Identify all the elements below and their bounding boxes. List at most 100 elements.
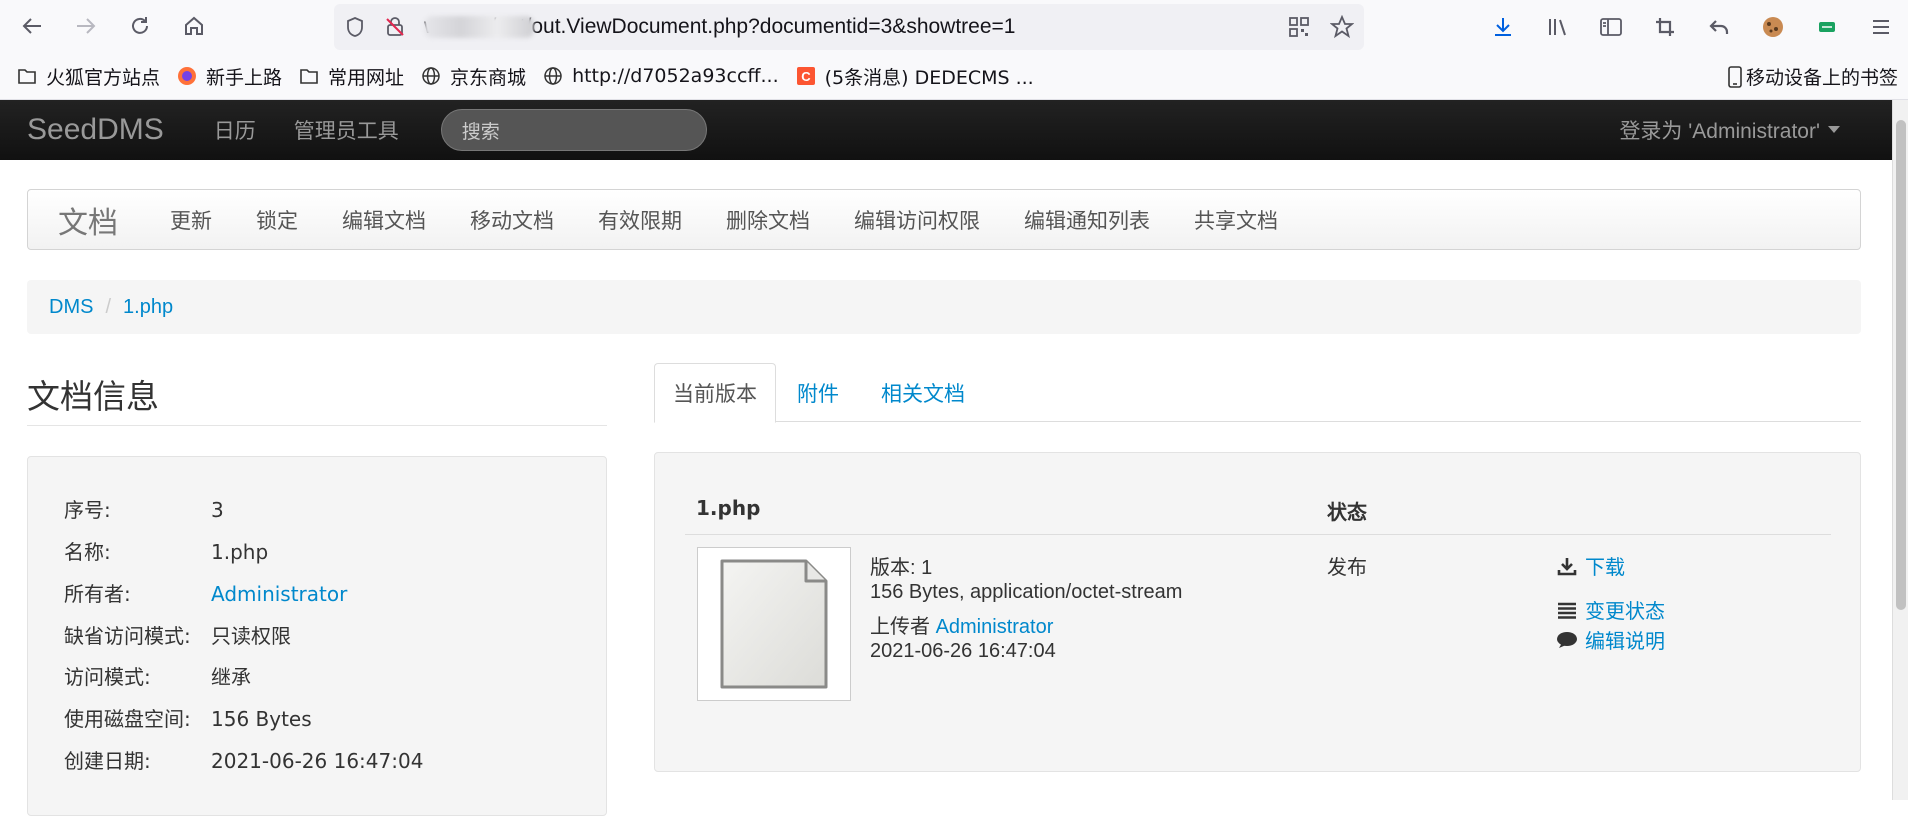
subnav-move-document[interactable]: 移动文档 <box>470 205 554 235</box>
bookmark-star-icon[interactable] <box>1330 4 1354 50</box>
info-row-access-mode: 访问模式: 继承 <box>64 661 251 690</box>
bookmark-item[interactable]: 火狐官方站点 <box>16 63 160 90</box>
menu-hamburger-icon[interactable] <box>1854 0 1908 53</box>
cookie-extension-icon[interactable] <box>1746 0 1800 53</box>
download-action[interactable]: 下载 <box>1555 551 1625 580</box>
library-icon[interactable] <box>1530 0 1584 53</box>
svg-text:C: C <box>801 69 811 84</box>
scrollbar-thumb[interactable] <box>1896 120 1906 610</box>
bookmark-item[interactable]: 常用网址 <box>298 63 404 90</box>
tab-related-documents[interactable]: 相关文档 <box>881 363 965 422</box>
info-value: 156 Bytes <box>211 707 312 731</box>
back-arrow-icon <box>22 18 41 34</box>
bookmark-item[interactable]: 京东商城 <box>420 63 526 90</box>
download-icon <box>1555 556 1579 576</box>
owner-link[interactable]: Administrator <box>211 582 347 606</box>
url-bar[interactable]: w .com/out/out.ViewDocument.php?document… <box>334 4 1364 50</box>
mobile-device-icon <box>1728 65 1742 88</box>
shield-icon[interactable] <box>344 4 366 50</box>
info-key: 使用磁盘空间: <box>64 707 191 731</box>
search-input[interactable]: 搜索 <box>440 109 707 151</box>
info-row-disk-usage: 使用磁盘空间: 156 Bytes <box>64 703 312 732</box>
subnav-lock[interactable]: 锁定 <box>256 205 298 235</box>
screenshot-crop-icon[interactable] <box>1638 0 1692 53</box>
bookmark-label: 京东商城 <box>450 66 527 89</box>
bookmark-label: 常用网址 <box>328 66 405 89</box>
home-icon <box>185 16 203 35</box>
subnav-expiry[interactable]: 有效限期 <box>598 205 682 235</box>
mobile-bookmarks[interactable]: 移动设备上的书签 <box>1728 53 1898 100</box>
browser-toolbar: w .com/out/out.ViewDocument.php?document… <box>0 0 1908 53</box>
doc-info-panel: 序号: 3 名称: 1.php 所有者: Administrator 缺省访问模式: 只… <box>27 456 607 816</box>
browser-right-tools <box>1476 0 1908 53</box>
version-status: 发布 <box>1327 555 1367 579</box>
info-value: 3 <box>211 498 224 522</box>
subnav-title: 文档 <box>58 205 118 241</box>
breadcrumb-current[interactable]: 1.php <box>123 296 173 319</box>
bookmark-label: 火狐官方站点 <box>46 66 161 89</box>
list-icon <box>1555 601 1579 619</box>
nav-admin-tools[interactable]: 管理员工具 <box>294 115 399 145</box>
doc-info-title: 文档信息 <box>27 370 607 426</box>
file-thumbnail[interactable] <box>697 547 851 701</box>
info-value: 2021-06-26 16:47:04 <box>211 749 424 773</box>
subnav-edit-notify[interactable]: 编辑通知列表 <box>1024 205 1150 235</box>
subnav-edit-access[interactable]: 编辑访问权限 <box>854 205 980 235</box>
subnav-delete-document[interactable]: 删除文档 <box>726 205 810 235</box>
login-dropdown[interactable]: 登录为 'Administrator' <box>1619 100 1840 160</box>
tab-current-version[interactable]: 当前版本 <box>654 363 776 423</box>
subnav-update[interactable]: 更新 <box>170 205 212 235</box>
subnav-share-document[interactable]: 共享文档 <box>1194 205 1278 235</box>
info-value: 继承 <box>211 665 251 689</box>
nav-calendar[interactable]: 日历 <box>214 115 256 145</box>
reload-icon <box>132 17 148 34</box>
insecure-lock-icon[interactable] <box>384 4 406 50</box>
info-row-owner: 所有者: Administrator <box>64 578 347 607</box>
uploader-prefix: 上传者 <box>870 616 930 638</box>
status-header: 状态 <box>1327 500 1367 524</box>
search-placeholder: 搜索 <box>461 120 500 143</box>
breadcrumb-separator: / <box>105 295 112 318</box>
breadcrumb: DMS / 1.php <box>27 280 1861 334</box>
info-row-id: 序号: 3 <box>64 494 224 523</box>
bookmarks-toolbar: 火狐官方站点 新手上路 常用网址 京东商城 http://d7052a93ccf… <box>0 53 1908 100</box>
downloads-icon[interactable] <box>1476 0 1530 53</box>
app-navbar: SeedDMS 日历 管理员工具 搜索 登录为 'Administrator' <box>0 100 1892 160</box>
info-row-created: 创建日期: 2021-06-26 16:47:04 <box>64 745 423 774</box>
download-link[interactable]: 下载 <box>1585 551 1625 580</box>
mobile-bookmarks-label: 移动设备上的书签 <box>1745 67 1898 89</box>
change-status-link[interactable]: 变更状态 <box>1585 595 1665 624</box>
reload-button[interactable] <box>120 6 160 46</box>
firefox-icon <box>176 65 198 87</box>
version-number: 版本: 1 <box>870 557 933 579</box>
subnav-edit-document[interactable]: 编辑文档 <box>342 205 426 235</box>
qr-code-icon[interactable] <box>1288 4 1310 50</box>
header-divider <box>685 534 1831 535</box>
bookmark-item[interactable]: 新手上路 <box>176 63 282 90</box>
version-date: 2021-06-26 16:47:04 <box>870 640 1056 662</box>
back-button[interactable] <box>12 6 52 46</box>
page-scrollbar[interactable] <box>1892 100 1908 800</box>
tab-attachments[interactable]: 附件 <box>797 363 839 422</box>
change-status-action[interactable]: 变更状态 <box>1555 595 1665 624</box>
info-value: 只读权限 <box>211 624 291 648</box>
comment-icon <box>1555 631 1579 649</box>
home-button[interactable] <box>174 6 214 46</box>
bookmark-item[interactable]: http://d7052a93ccff... <box>542 65 779 87</box>
edit-comment-link[interactable]: 编辑说明 <box>1585 625 1665 654</box>
info-key: 序号: <box>64 498 111 522</box>
extension-badge-icon[interactable] <box>1800 0 1854 53</box>
uploader-link[interactable]: Administrator <box>936 616 1054 638</box>
sidebar-icon[interactable] <box>1584 0 1638 53</box>
version-uploader: 上传者 Administrator <box>870 610 1053 639</box>
info-key: 所有者: <box>64 582 131 606</box>
brand-logo[interactable]: SeedDMS <box>27 113 164 147</box>
bookmark-item[interactable]: C (5条消息) DEDECMS ... <box>795 63 1034 90</box>
forward-button[interactable] <box>66 6 106 46</box>
undo-arrow-icon[interactable] <box>1692 0 1746 53</box>
login-label: 登录为 'Administrator' <box>1619 120 1820 143</box>
document-subnav: 文档 更新 锁定 编辑文档 移动文档 有效限期 删除文档 编辑访问权限 编辑通知… <box>27 189 1861 250</box>
breadcrumb-root[interactable]: DMS <box>49 296 93 319</box>
globe-icon <box>542 65 564 87</box>
edit-comment-action[interactable]: 编辑说明 <box>1555 625 1665 654</box>
